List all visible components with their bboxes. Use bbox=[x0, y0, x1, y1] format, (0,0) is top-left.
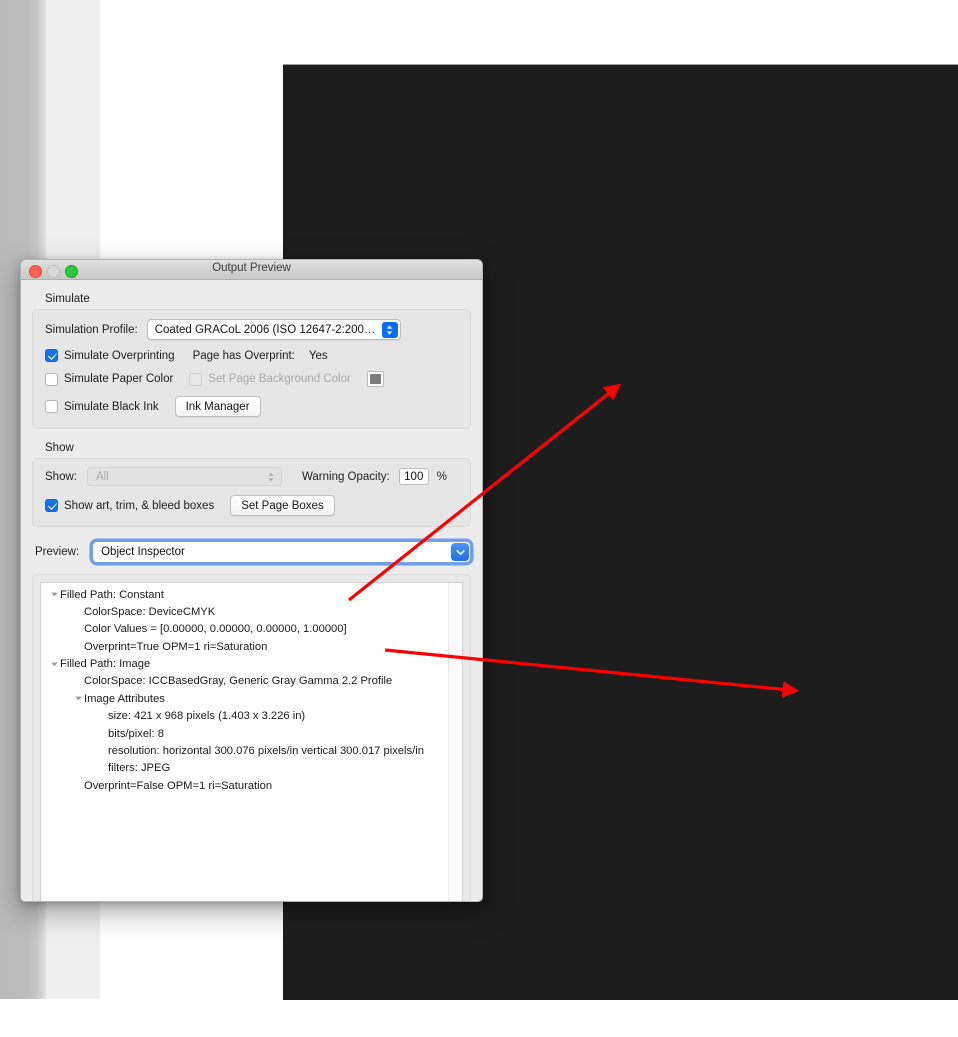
chevron-up-down-icon bbox=[267, 471, 275, 483]
set-page-boxes-button[interactable]: Set Page Boxes bbox=[230, 495, 335, 516]
object-inspector-row-label: size: 421 x 968 pixels (1.403 x 3.226 in… bbox=[108, 710, 306, 723]
window-title: Output Preview bbox=[212, 262, 291, 274]
ink-manager-button[interactable]: Ink Manager bbox=[174, 396, 261, 417]
object-inspector-scrollbar[interactable] bbox=[448, 583, 462, 901]
disclosure-triangle-expanded-icon[interactable] bbox=[49, 587, 60, 597]
show-filter-value: All bbox=[95, 470, 109, 483]
simulate-paper-color-row: Simulate Paper Color Set Page Background… bbox=[45, 371, 458, 387]
page-background-color-well[interactable] bbox=[366, 371, 384, 387]
disclosure-triangle-expanded-icon[interactable] bbox=[49, 657, 60, 667]
object-inspector-row-label: resolution: horizontal 300.076 pixels/in… bbox=[108, 745, 424, 758]
simulate-black-ink-label: Simulate Black Ink bbox=[64, 400, 159, 413]
object-inspector-row-label: filters: JPEG bbox=[108, 762, 171, 775]
object-inspector-row[interactable]: filters: JPEG bbox=[41, 761, 449, 778]
object-inspector-row-label: bits/pixel: 8 bbox=[108, 727, 164, 740]
object-inspector-row-label: Image Attributes bbox=[84, 692, 165, 705]
simulate-overprinting-checkbox[interactable] bbox=[45, 349, 58, 362]
object-inspector-row-label: Filled Path: Image bbox=[60, 658, 151, 671]
simulation-profile-label: Simulation Profile: bbox=[45, 323, 138, 336]
object-inspector-row-label: ColorSpace: DeviceCMYK bbox=[84, 605, 216, 618]
preview-label: Preview: bbox=[35, 546, 80, 558]
object-inspector-row-label: Overprint=False OPM=1 ri=Saturation bbox=[84, 779, 273, 792]
window-titlebar[interactable]: Output Preview bbox=[21, 260, 482, 280]
show-filter-row: Show: All Warning Opacity: 100 % bbox=[45, 467, 458, 486]
simulate-black-ink-checkbox[interactable] bbox=[45, 400, 58, 413]
object-inspector-row[interactable]: resolution: horizontal 300.076 pixels/in… bbox=[41, 744, 449, 761]
object-inspector-row-label: Filled Path: Constant bbox=[60, 588, 164, 601]
page-has-overprint-label: Page has Overprint: bbox=[192, 349, 295, 362]
disclosure-triangle-expanded-icon[interactable] bbox=[73, 691, 84, 701]
show-boxes-row: Show art, trim, & bleed boxes Set Page B… bbox=[45, 495, 458, 516]
chevron-down-icon[interactable] bbox=[451, 543, 469, 561]
object-inspector-row[interactable]: ColorSpace: ICCBasedGray, Generic Gray G… bbox=[41, 674, 449, 691]
object-inspector-row[interactable]: Overprint=True OPM=1 ri=Saturation bbox=[41, 639, 449, 656]
object-inspector-row-label: Overprint=True OPM=1 ri=Saturation bbox=[84, 640, 268, 653]
object-inspector-row[interactable]: Image Attributes bbox=[41, 691, 449, 708]
show-label: Show: bbox=[45, 470, 77, 483]
simulate-paper-color-label: Simulate Paper Color bbox=[64, 373, 174, 385]
simulation-profile-popup[interactable]: Coated GRACoL 2006 (ISO 12647-2:200… bbox=[146, 319, 401, 340]
simulate-groupbox: Simulation Profile: Coated GRACoL 2006 (… bbox=[32, 309, 471, 429]
object-inspector-row[interactable]: ColorSpace: DeviceCMYK bbox=[41, 604, 449, 621]
warning-opacity-input[interactable]: 100 bbox=[398, 468, 429, 485]
object-inspector-row[interactable]: bits/pixel: 8 bbox=[41, 726, 449, 743]
simulate-group-label: Simulate bbox=[45, 293, 90, 305]
object-inspector-row[interactable]: size: 421 x 968 pixels (1.403 x 3.226 in… bbox=[41, 709, 449, 726]
simulation-profile-value: Coated GRACoL 2006 (ISO 12647-2:200… bbox=[154, 323, 376, 336]
preview-combobox[interactable]: Object Inspector bbox=[92, 541, 471, 563]
object-inspector-groupbox: Filled Path: Constant ColorSpace: DeviceC… bbox=[32, 574, 471, 901]
show-boxes-label: Show art, trim, & bleed boxes bbox=[64, 499, 215, 512]
object-inspector-row-label: Color Values = [0.00000, 0.00000, 0.0000… bbox=[84, 623, 347, 636]
object-inspector-tree[interactable]: Filled Path: Constant ColorSpace: DeviceC… bbox=[41, 583, 449, 901]
show-group-label: Show bbox=[45, 442, 74, 454]
window-body: Simulate Simulation Profile: Coated GRAC… bbox=[21, 293, 482, 901]
object-inspector-row-label: ColorSpace: ICCBasedGray, Generic Gray G… bbox=[84, 675, 393, 688]
page-has-overprint-value: Yes bbox=[308, 349, 328, 362]
set-page-background-color-checkbox bbox=[189, 372, 203, 386]
simulate-black-ink-row: Simulate Black Ink Ink Manager bbox=[45, 396, 458, 417]
warning-opacity-unit: % bbox=[436, 470, 447, 483]
show-boxes-checkbox[interactable] bbox=[45, 499, 58, 512]
object-inspector-row[interactable]: Filled Path: Constant bbox=[41, 587, 449, 604]
preview-row: Preview: Object Inspector bbox=[32, 541, 471, 563]
object-inspector-row[interactable]: Color Values = [0.00000, 0.00000, 0.0000… bbox=[41, 622, 449, 639]
object-inspector-row[interactable]: Overprint=False OPM=1 ri=Saturation bbox=[41, 778, 449, 795]
simulate-overprinting-label: Simulate Overprinting bbox=[64, 349, 175, 362]
simulate-overprinting-row: Simulate Overprinting Page has Overprint… bbox=[45, 349, 458, 362]
warning-opacity-label: Warning Opacity: bbox=[301, 470, 390, 483]
object-inspector-row[interactable]: Filled Path: Image bbox=[41, 657, 449, 674]
object-inspector-scrollarea[interactable]: Filled Path: Constant ColorSpace: DeviceC… bbox=[40, 582, 463, 901]
simulation-profile-row: Simulation Profile: Coated GRACoL 2006 (… bbox=[45, 319, 458, 340]
show-filter-select: All bbox=[86, 467, 282, 486]
chevron-up-down-icon[interactable] bbox=[381, 321, 398, 338]
color-swatch bbox=[369, 374, 381, 384]
output-preview-window[interactable]: Output Preview Simulate Simulation Profi… bbox=[20, 259, 483, 902]
preview-value: Object Inspector bbox=[101, 546, 185, 558]
simulate-paper-color-checkbox[interactable] bbox=[45, 372, 58, 386]
show-groupbox: Show: All Warning Opacity: 100 % Show ar… bbox=[32, 458, 471, 527]
set-page-background-color-label: Set Page Background Color bbox=[208, 373, 351, 385]
